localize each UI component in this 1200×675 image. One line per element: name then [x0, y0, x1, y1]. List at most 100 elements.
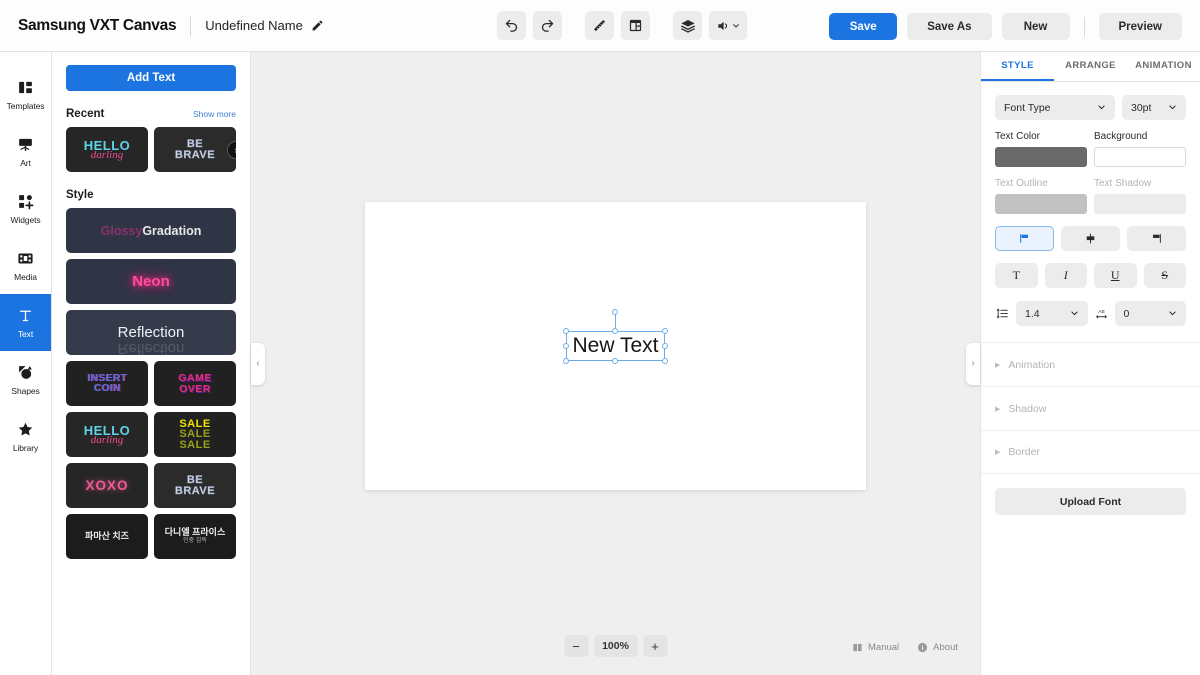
resize-handle-bc[interactable] — [612, 357, 619, 364]
pencil-icon[interactable] — [310, 18, 325, 33]
italic-button[interactable]: I — [1044, 263, 1087, 288]
chevron-down-icon — [1169, 105, 1176, 110]
recent-thumb-1[interactable]: HELLO darling — [66, 127, 148, 172]
text-panel: Add Text Recent Show more HELLO darling … — [52, 52, 251, 675]
ruler-button[interactable] — [585, 11, 614, 40]
style-line-1: INSERT — [87, 372, 127, 384]
section-shadow[interactable]: ▶ Shadow — [981, 386, 1200, 430]
recent-thumb-2[interactable]: BE BRAVE › — [154, 127, 236, 172]
new-button[interactable]: New — [1001, 13, 1070, 40]
font-size-select[interactable]: 30pt — [1122, 95, 1186, 120]
canvas-area[interactable]: ‹ › New Text − 100% + Manual About — [251, 52, 980, 675]
bold-button[interactable]: T — [995, 263, 1038, 288]
redo-button[interactable] — [533, 11, 562, 40]
layers-button[interactable] — [673, 11, 702, 40]
text-color-swatch[interactable] — [995, 147, 1087, 167]
collapse-right-panel-icon[interactable]: › — [966, 342, 980, 385]
zoom-level-value[interactable]: 100% — [594, 635, 637, 657]
background-color-swatch[interactable] — [1094, 147, 1186, 167]
template-button[interactable] — [621, 11, 650, 40]
thumb-line-1: BE — [186, 138, 204, 151]
sidebar-item-templates[interactable]: Templates — [0, 66, 51, 123]
recent-next-icon[interactable]: › — [227, 140, 236, 159]
volume-button[interactable] — [709, 11, 747, 40]
align-right-button[interactable] — [1127, 226, 1186, 251]
show-more-link[interactable]: Show more — [193, 109, 236, 119]
sidebar-item-shapes[interactable]: Shapes — [0, 351, 51, 408]
style-line-1: BE — [186, 474, 204, 487]
align-center-button[interactable] — [1061, 226, 1120, 251]
footer-links: Manual About — [852, 642, 958, 653]
document-name: Undefined Name — [205, 18, 303, 33]
align-row — [995, 226, 1186, 251]
resize-handle-tr[interactable] — [662, 327, 669, 334]
save-button[interactable]: Save — [829, 13, 898, 40]
text-color-label: Text Color — [995, 131, 1041, 142]
section-animation[interactable]: ▶ Animation — [981, 342, 1200, 386]
recent-title: Recent — [66, 108, 105, 120]
align-left-button[interactable] — [995, 226, 1054, 251]
style-item-reflection[interactable]: Reflection — [66, 310, 236, 355]
chevron-down-icon — [1070, 311, 1078, 316]
style-item-neon[interactable]: Neon — [66, 259, 236, 304]
canvas-text-object[interactable]: New Text — [562, 308, 669, 364]
resize-handle-mr[interactable] — [662, 342, 669, 349]
resize-handle-tl[interactable] — [562, 327, 569, 334]
resize-handle-ml[interactable] — [562, 342, 569, 349]
zoom-controls: − 100% + — [564, 635, 667, 657]
artboard[interactable]: New Text — [365, 201, 866, 490]
rotation-handle[interactable] — [612, 308, 619, 315]
brand-group: Samsung VXT Canvas Undefined Name — [0, 15, 325, 36]
text-shadow-swatch[interactable] — [1094, 194, 1186, 214]
sidebar-label: Text — [17, 328, 34, 339]
tab-style[interactable]: STYLE — [981, 52, 1054, 81]
style-text: 파마산 치즈 — [85, 530, 129, 541]
resize-handle-tc[interactable] — [612, 327, 619, 334]
zoom-in-button[interactable]: + — [643, 635, 667, 657]
inspector-tabs: STYLE ARRANGE ANIMATION — [981, 52, 1200, 82]
sidebar-item-library[interactable]: Library — [0, 408, 51, 465]
text-outline-swatch[interactable] — [995, 194, 1087, 214]
style-text: Neon — [132, 273, 170, 290]
svg-text:AB: AB — [1098, 309, 1104, 315]
section-label: Animation — [1008, 358, 1056, 371]
resize-handle-br[interactable] — [662, 357, 669, 364]
sidebar-item-media[interactable]: Media — [0, 237, 51, 294]
letter-spacing-select[interactable]: 0 — [1114, 301, 1186, 326]
manual-label: Manual — [868, 642, 900, 653]
tab-animation[interactable]: ANIMATION — [1127, 52, 1200, 81]
style-item-sale[interactable]: SALE SALE SALE — [154, 412, 236, 457]
section-border[interactable]: ▶ Border — [981, 430, 1200, 474]
tab-arrange[interactable]: ARRANGE — [1054, 52, 1127, 81]
style-text: XOXO — [85, 478, 129, 493]
manual-link[interactable]: Manual — [852, 642, 899, 653]
style-item-game-over[interactable]: GAME OVER — [154, 361, 236, 406]
top-bar: Samsung VXT Canvas Undefined Name Save S… — [0, 0, 1200, 52]
caret-right-icon: ▶ — [995, 361, 1001, 369]
sidebar-item-widgets[interactable]: Widgets — [0, 180, 51, 237]
style-item-hello-darling[interactable]: HELLO darling — [66, 412, 148, 457]
sidebar-label: Templates — [6, 100, 45, 111]
zoom-out-button[interactable]: − — [564, 635, 588, 657]
style-item-xoxo[interactable]: XOXO — [66, 463, 148, 508]
font-type-select[interactable]: Font Type — [995, 95, 1115, 120]
undo-button[interactable] — [497, 11, 526, 40]
sidebar-label: Media — [14, 271, 37, 282]
style-item-be-brave[interactable]: BE BRAVE — [154, 463, 236, 508]
preview-button[interactable]: Preview — [1098, 13, 1182, 40]
add-text-button[interactable]: Add Text — [66, 65, 236, 91]
style-item-korean-1[interactable]: 파마산 치즈 — [66, 514, 148, 559]
strikethrough-button[interactable]: S — [1143, 263, 1186, 288]
underline-button[interactable]: U — [1094, 263, 1137, 288]
sidebar-item-art[interactable]: Art — [0, 123, 51, 180]
line-height-select[interactable]: 1.4 — [1016, 301, 1088, 326]
style-item-insert-coin[interactable]: INSERT COIN — [66, 361, 148, 406]
collapse-left-panel-icon[interactable]: ‹ — [251, 342, 265, 385]
style-item-korean-2[interactable]: 다니엘 프라이스 민중 감독 — [154, 514, 236, 559]
style-item-glossy[interactable]: GlossyGradation — [66, 208, 236, 253]
save-as-button[interactable]: Save As — [907, 13, 992, 40]
upload-font-button[interactable]: Upload Font — [995, 488, 1186, 515]
resize-handle-bl[interactable] — [562, 357, 569, 364]
sidebar-item-text[interactable]: Text — [0, 294, 51, 351]
about-link[interactable]: About — [917, 642, 958, 653]
